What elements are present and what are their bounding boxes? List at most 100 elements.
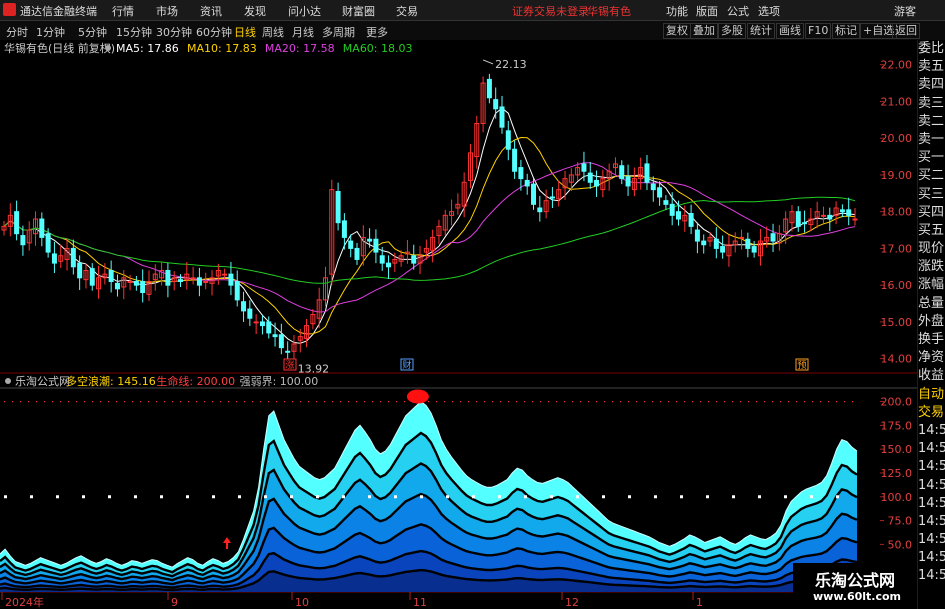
menu-item-shichang[interactable]: 市场 (156, 3, 178, 19)
menu-item-gongshi[interactable]: 公式 (727, 3, 749, 19)
menu-item-banmian[interactable]: 版面 (696, 3, 718, 19)
candle-down (45, 233, 51, 253)
price-tick-label: 15.00 (881, 316, 913, 329)
lifeline-dot (124, 401, 126, 403)
candle-down (493, 99, 499, 110)
candle-down (272, 334, 278, 338)
strength-line-dot (368, 495, 371, 499)
indicator-value-label: 多空浪潮: 145.16 (66, 374, 156, 388)
period-30min[interactable]: 30分钟 (156, 24, 192, 40)
candle-down (367, 238, 373, 242)
period-monthly[interactable]: 月线 (292, 24, 314, 40)
period-toolbar: 分时 1分钟 5分钟 15分钟 30分钟 60分钟 日线 周线 月线 多周期 更… (0, 21, 945, 41)
strength-line-dot (134, 495, 137, 499)
lifeline-dot (132, 401, 134, 403)
candle-down (619, 165, 625, 180)
period-daily[interactable]: 日线 (234, 24, 256, 40)
guest-button[interactable]: 游客 (894, 3, 916, 19)
overlay-button[interactable]: 叠加 (690, 23, 718, 39)
period-60min[interactable]: 60分钟 (196, 24, 232, 40)
statistics-button[interactable]: 统计 (747, 23, 775, 39)
lifeline-dot (380, 401, 382, 403)
lifeline-dot (356, 401, 358, 403)
back-button[interactable]: 返回 (892, 23, 920, 39)
lifeline-dot (164, 401, 166, 403)
indicator-toggle-icon[interactable] (5, 378, 11, 384)
strength-line-dot (446, 495, 449, 499)
lifeline-dot (732, 401, 734, 403)
ma-label: MA60: 18.03 (343, 42, 413, 55)
menu-item-xuanxiang[interactable]: 选项 (758, 3, 780, 19)
lifeline-dot (388, 401, 390, 403)
candle-down (266, 321, 272, 334)
strength-line-dot (238, 495, 241, 499)
menu-item-hangqing[interactable]: 行情 (112, 3, 134, 19)
ma-toggle-icon[interactable] (105, 45, 111, 51)
lifeline-dot (668, 401, 670, 403)
lifeline-dot (508, 401, 510, 403)
strength-line-dot (342, 495, 345, 499)
menu-item-zixun[interactable]: 资讯 (200, 3, 222, 19)
lifeline-dot (716, 401, 718, 403)
multi-stock-button[interactable]: 多股 (718, 23, 746, 39)
lifeline-dot (428, 401, 430, 403)
period-more[interactable]: 更多 (366, 24, 388, 40)
strength-line-dot (316, 495, 319, 499)
lifeline-dot (724, 401, 726, 403)
restore-rights-button[interactable]: 复权 (663, 23, 691, 39)
period-fenshi[interactable]: 分时 (6, 24, 28, 40)
period-weekly[interactable]: 周线 (262, 24, 284, 40)
period-1min[interactable]: 1分钟 (36, 24, 65, 40)
indicator-tick-label: 75.0 (888, 515, 913, 528)
mark-button[interactable]: 标记 (832, 23, 860, 39)
lifeline-dot (700, 401, 702, 403)
menu-item-gongneng[interactable]: 功能 (666, 3, 688, 19)
kline-chart[interactable]: 22.00 21.00 20.00 19.00 18.00 17.00 16.00 15.00… (0, 40, 917, 609)
candle-up (253, 321, 259, 324)
period-multi[interactable]: 多周期 (322, 24, 355, 40)
menu-item-wenxiaoda[interactable]: 问小达 (288, 3, 321, 19)
price-tick-label: 17.00 (881, 242, 913, 255)
draw-line-button[interactable]: 画线 (776, 23, 804, 39)
candle-down (549, 196, 555, 199)
candle-down (379, 255, 385, 264)
candle-down (234, 280, 240, 301)
strength-line-dot (784, 495, 787, 499)
candle-down (751, 246, 757, 253)
quote-label: 自动 (918, 386, 945, 402)
indicator-value-label: 生命线: 200.00 (156, 374, 235, 388)
lifeline-dot (276, 401, 278, 403)
quote-label: 14:56 (918, 532, 945, 548)
quote-label: 14:56 (918, 422, 945, 438)
candle-down (505, 130, 511, 150)
candle-down (196, 277, 202, 286)
candle-down (165, 269, 171, 286)
lifeline-dot (564, 401, 566, 403)
price-tick-label: 21.00 (881, 95, 913, 108)
menu-item-jiaoyi[interactable]: 交易 (396, 3, 418, 19)
lifeline-dot (500, 401, 502, 403)
period-5min[interactable]: 5分钟 (78, 24, 107, 40)
lifeline-dot (76, 401, 78, 403)
menu-item-caifuquan[interactable]: 财富圈 (342, 3, 375, 19)
candle-down (108, 269, 114, 282)
lifeline-dot (492, 401, 494, 403)
lifeline-dot (212, 401, 214, 403)
quote-label: 买四 (918, 204, 945, 220)
candle-down (688, 213, 694, 227)
low-price-label: 13.92 (298, 363, 330, 376)
lifeline-dot (316, 401, 318, 403)
candle-down (241, 301, 247, 312)
menu-item-faxian[interactable]: 发现 (244, 3, 266, 19)
lifeline-dot (140, 401, 142, 403)
lifeline-dot (796, 401, 798, 403)
app-logo-icon (3, 3, 16, 16)
strength-line-dot (108, 495, 111, 499)
f10-button[interactable]: F10 (805, 23, 832, 39)
login-warning[interactable]: 证券交易未登录 (512, 3, 589, 19)
indicator-title: 乐淘公式网 (15, 375, 70, 388)
period-15min[interactable]: 15分钟 (116, 24, 152, 40)
lifeline-dot (244, 401, 246, 403)
strength-line-dot (602, 495, 605, 499)
candle-up (203, 280, 209, 283)
